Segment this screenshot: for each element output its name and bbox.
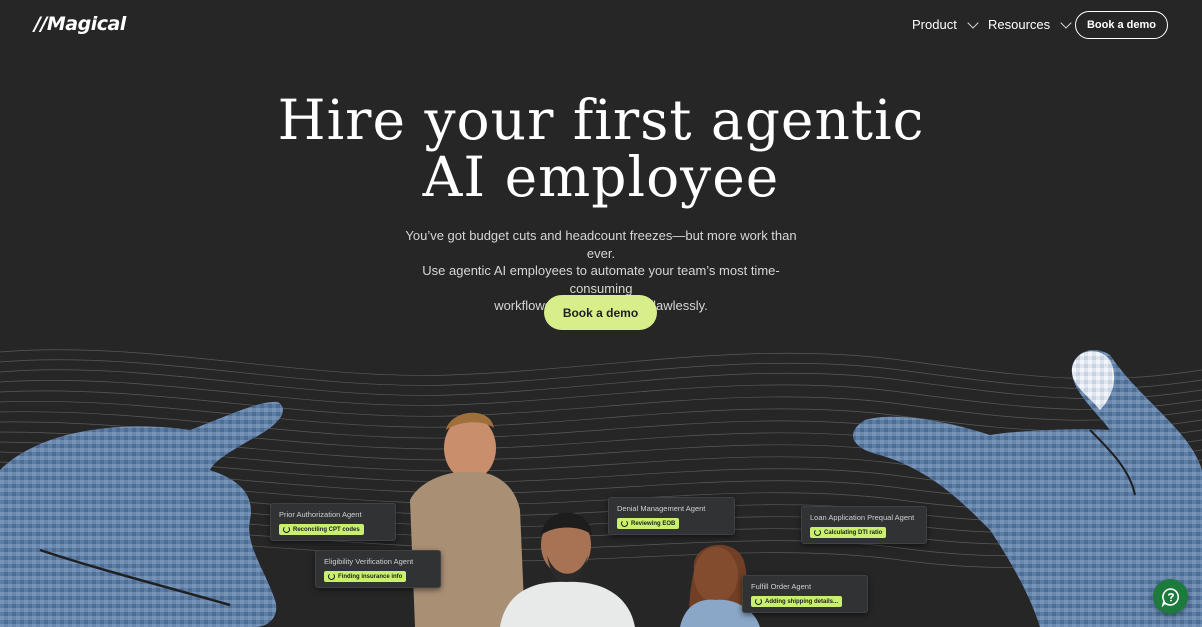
hero-title: Hire your first agentic AI employee (0, 92, 1202, 206)
agent-status-badge: Reviewing EOB (617, 518, 680, 529)
help-chat-button[interactable] (1153, 579, 1188, 614)
agent-card-loan-application-prequal: Loan Application Prequal Agent Calculati… (801, 506, 927, 544)
agent-name: Prior Authorization Agent (279, 510, 362, 519)
agent-name: Loan Application Prequal Agent (810, 513, 915, 522)
agent-name: Fulfill Order Agent (751, 582, 812, 591)
left-hand-graphic (0, 401, 283, 627)
agent-status-text: Adding shipping details... (765, 598, 838, 605)
agent-status-badge: Reconciling CPT codes (279, 524, 364, 535)
hero-subtitle-line-2: Use agentic AI employees to automate you… (422, 263, 780, 296)
agent-name: Denial Management Agent (617, 504, 706, 513)
agent-status-text: Reconciling CPT codes (293, 526, 360, 533)
agent-status-badge: Adding shipping details... (751, 596, 842, 607)
agent-status-text: Reviewing EOB (631, 520, 676, 527)
sync-icon (814, 529, 821, 536)
person-left-photo (410, 412, 525, 627)
hero-book-demo-button[interactable]: Book a demo (544, 295, 657, 330)
agent-card-denial-management: Denial Management Agent Reviewing EOB (608, 497, 735, 535)
sync-icon (328, 573, 335, 580)
hero-title-line-1: Hire your first agentic (277, 88, 925, 152)
agent-card-fulfill-order: Fulfill Order Agent Adding shipping deta… (742, 575, 868, 613)
agent-status-text: Finding insurance info (338, 573, 403, 580)
sync-icon (283, 526, 290, 533)
hero-subtitle-line-1: You’ve got budget cuts and headcount fre… (405, 228, 797, 261)
sync-icon (755, 598, 762, 605)
agent-status-text: Calculating DTI ratio (824, 529, 883, 536)
sync-icon (621, 520, 628, 527)
help-chat-icon (1161, 587, 1179, 607)
page: //Magical Product Resources Book a demo (0, 0, 1202, 627)
agent-status-badge: Calculating DTI ratio (810, 527, 887, 538)
agent-card-prior-authorization: Prior Authorization Agent Reconciling CP… (270, 503, 396, 541)
agent-name: Eligibility Verification Agent (324, 557, 414, 566)
agent-card-eligibility-verification: Eligibility Verification Agent Finding i… (315, 550, 441, 588)
agent-status-badge: Finding insurance info (324, 571, 407, 582)
hero-title-line-2: AI employee (422, 145, 780, 209)
